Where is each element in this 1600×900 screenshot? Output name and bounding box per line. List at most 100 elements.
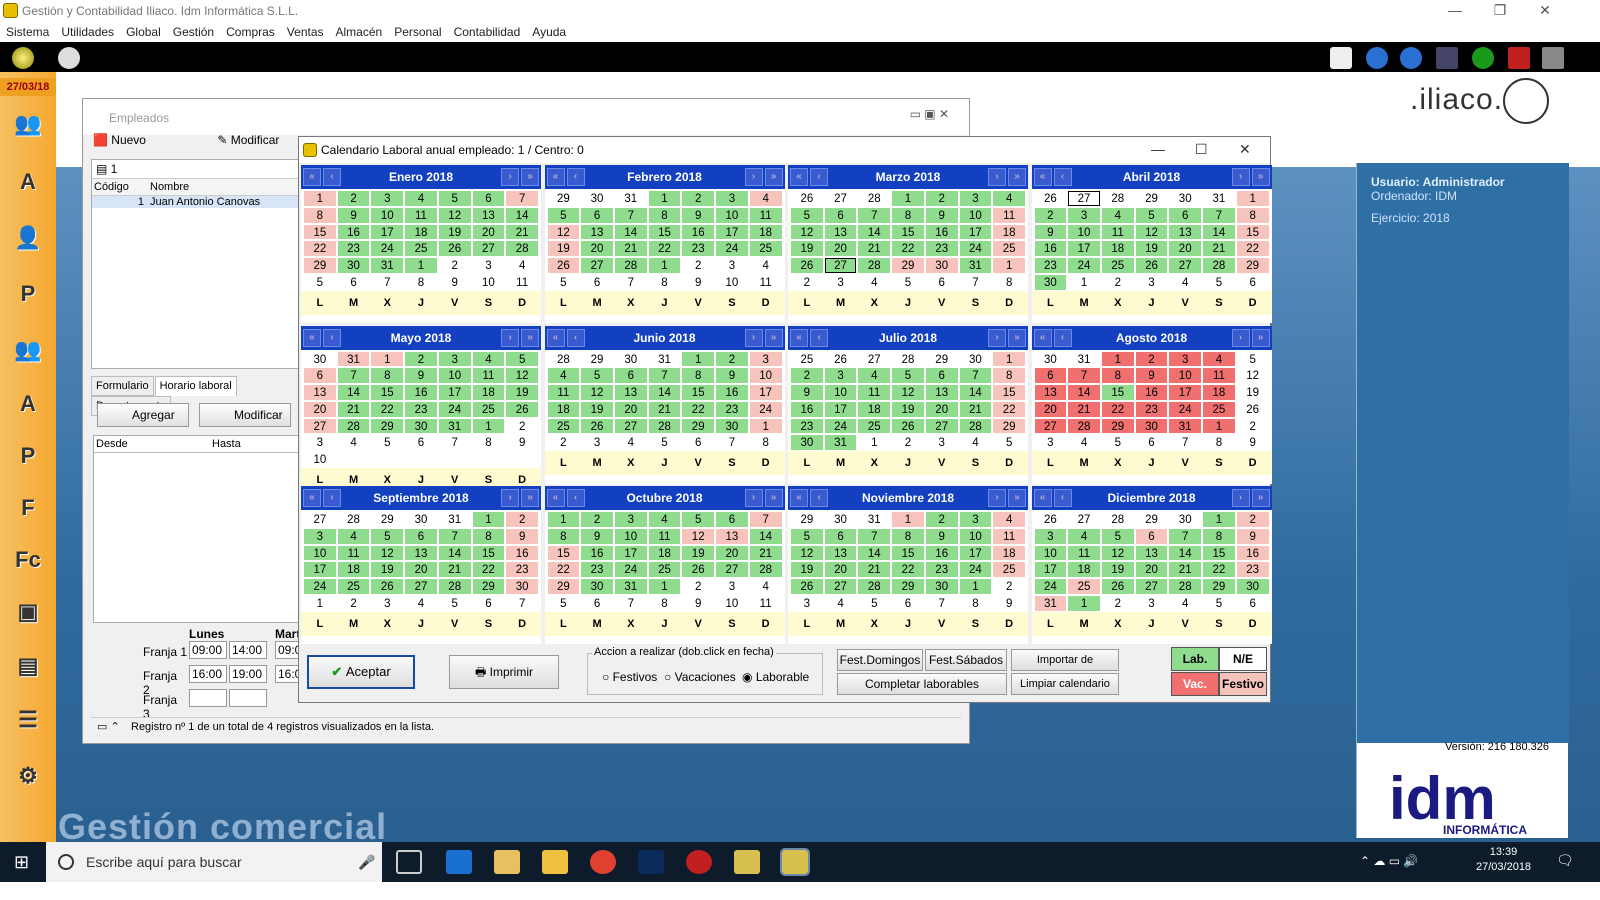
- prev-year-icon[interactable]: «: [546, 489, 565, 507]
- day-cell[interactable]: 14: [613, 223, 648, 241]
- day-cell[interactable]: 6: [891, 594, 925, 612]
- day-cell[interactable]: 10: [437, 367, 472, 385]
- completar-button[interactable]: Completar laborables: [837, 673, 1007, 695]
- day-cell[interactable]: 7: [924, 594, 959, 612]
- prev-year-icon[interactable]: «: [790, 328, 808, 347]
- day-cell[interactable]: 29: [891, 257, 925, 274]
- day-cell[interactable]: 29: [471, 578, 506, 595]
- day-cell[interactable]: 7: [748, 511, 783, 528]
- day-cell[interactable]: 13: [580, 223, 614, 241]
- day-cell[interactable]: 22: [647, 240, 682, 258]
- day-cell[interactable]: 11: [748, 594, 783, 612]
- day-cell[interactable]: 17: [1067, 240, 1101, 258]
- day-cell[interactable]: 4: [336, 434, 371, 452]
- day-cell[interactable]: 31: [647, 350, 682, 368]
- day-cell[interactable]: 17: [370, 223, 405, 241]
- day-cell[interactable]: 13: [1168, 223, 1203, 241]
- day-cell[interactable]: 20: [823, 561, 858, 579]
- franja1-lunes-desde[interactable]: 09:00: [189, 641, 227, 659]
- day-cell[interactable]: 27: [857, 350, 892, 368]
- day-cell[interactable]: 26: [1100, 578, 1135, 595]
- day-cell[interactable]: 5: [1100, 527, 1135, 545]
- day-cell[interactable]: 12: [1100, 544, 1135, 562]
- day-cell[interactable]: 6: [924, 367, 959, 385]
- menu-sistema[interactable]: Sistema: [0, 22, 55, 39]
- day-cell[interactable]: 21: [613, 240, 648, 258]
- day-cell[interactable]: 26: [790, 257, 824, 274]
- legend-lab[interactable]: Lab.: [1171, 647, 1219, 671]
- prev-month-icon[interactable]: ‹: [1053, 489, 1072, 507]
- day-cell[interactable]: 11: [546, 384, 581, 401]
- day-cell[interactable]: 13: [404, 544, 438, 562]
- next-month-icon[interactable]: ›: [744, 168, 763, 186]
- day-cell[interactable]: 31: [1033, 594, 1068, 612]
- day-cell[interactable]: 2: [681, 257, 716, 274]
- day-cell[interactable]: 2: [404, 350, 438, 368]
- day-cell[interactable]: 31: [370, 257, 405, 274]
- day-cell[interactable]: 22: [1100, 400, 1135, 418]
- day-cell[interactable]: 22: [1202, 561, 1236, 579]
- prev-year-icon[interactable]: «: [303, 489, 321, 507]
- day-cell[interactable]: 8: [958, 594, 993, 612]
- day-cell[interactable]: 3: [1134, 594, 1169, 612]
- day-cell[interactable]: 27: [1067, 190, 1101, 207]
- prev-year-icon[interactable]: «: [303, 168, 321, 186]
- radio-laborable[interactable]: ◉ Laborable: [742, 670, 809, 684]
- day-cell[interactable]: 2: [1100, 594, 1135, 612]
- back-arrow-icon[interactable]: [1366, 47, 1388, 69]
- tools-icon[interactable]: ⚙: [8, 756, 48, 796]
- day-cell[interactable]: 16: [505, 544, 539, 562]
- table-row[interactable]: 1 Juan Antonio Canovas: [92, 196, 300, 208]
- day-cell[interactable]: 8: [748, 434, 783, 452]
- day-cell[interactable]: 11: [992, 527, 1026, 545]
- menu-utilidades[interactable]: Utilidades: [55, 22, 120, 39]
- day-cell[interactable]: 31: [958, 257, 993, 274]
- day-cell[interactable]: 17: [437, 384, 472, 401]
- day-cell[interactable]: 9: [681, 206, 716, 224]
- day-cell[interactable]: 9: [790, 384, 824, 401]
- day-cell[interactable]: 27: [1033, 417, 1068, 435]
- day-cell[interactable]: 2: [336, 190, 371, 207]
- day-cell[interactable]: 7: [613, 594, 648, 612]
- day-cell[interactable]: 4: [647, 511, 682, 528]
- day-cell[interactable]: 12: [891, 384, 925, 401]
- day-cell[interactable]: 15: [546, 544, 581, 562]
- day-cell[interactable]: 6: [1235, 273, 1270, 291]
- day-cell[interactable]: 13: [613, 384, 648, 401]
- day-cell[interactable]: 12: [790, 544, 824, 562]
- windows-start-icon[interactable]: ⊞: [14, 852, 29, 873]
- day-cell[interactable]: 3: [958, 190, 993, 207]
- pedidos-icon[interactable]: P: [8, 436, 48, 476]
- day-cell[interactable]: 2: [790, 273, 824, 291]
- day-cell[interactable]: 2: [580, 511, 614, 528]
- day-cell[interactable]: 8: [471, 527, 506, 545]
- day-cell[interactable]: 13: [303, 384, 337, 401]
- menu-global[interactable]: Global: [120, 22, 167, 39]
- day-cell[interactable]: 10: [748, 367, 783, 385]
- day-cell[interactable]: 23: [681, 240, 716, 258]
- day-cell[interactable]: 5: [370, 527, 405, 545]
- day-cell[interactable]: 24: [613, 561, 648, 579]
- day-cell[interactable]: 27: [1134, 578, 1169, 595]
- day-cell[interactable]: 5: [1134, 206, 1169, 224]
- day-cell[interactable]: 14: [437, 544, 472, 562]
- day-cell[interactable]: 29: [303, 257, 337, 274]
- day-cell[interactable]: 11: [336, 544, 371, 562]
- day-cell[interactable]: 4: [1168, 273, 1203, 291]
- day-cell[interactable]: 31: [1067, 350, 1101, 368]
- maximize-icon[interactable]: ▣: [924, 107, 939, 121]
- day-cell[interactable]: 16: [1134, 384, 1169, 401]
- day-cell[interactable]: 26: [1033, 190, 1068, 207]
- day-cell[interactable]: 4: [857, 273, 892, 291]
- day-cell[interactable]: 16: [404, 384, 438, 401]
- day-cell[interactable]: 27: [1168, 257, 1203, 274]
- day-cell[interactable]: 16: [1235, 544, 1270, 562]
- day-cell[interactable]: 1: [1202, 417, 1236, 435]
- day-cell[interactable]: 30: [404, 417, 438, 435]
- day-cell[interactable]: 1: [857, 434, 892, 452]
- day-cell[interactable]: 29: [992, 417, 1026, 435]
- day-cell[interactable]: 27: [823, 578, 858, 595]
- day-cell[interactable]: 2: [1100, 273, 1135, 291]
- day-cell[interactable]: 21: [1202, 240, 1236, 258]
- day-cell[interactable]: 12: [580, 384, 614, 401]
